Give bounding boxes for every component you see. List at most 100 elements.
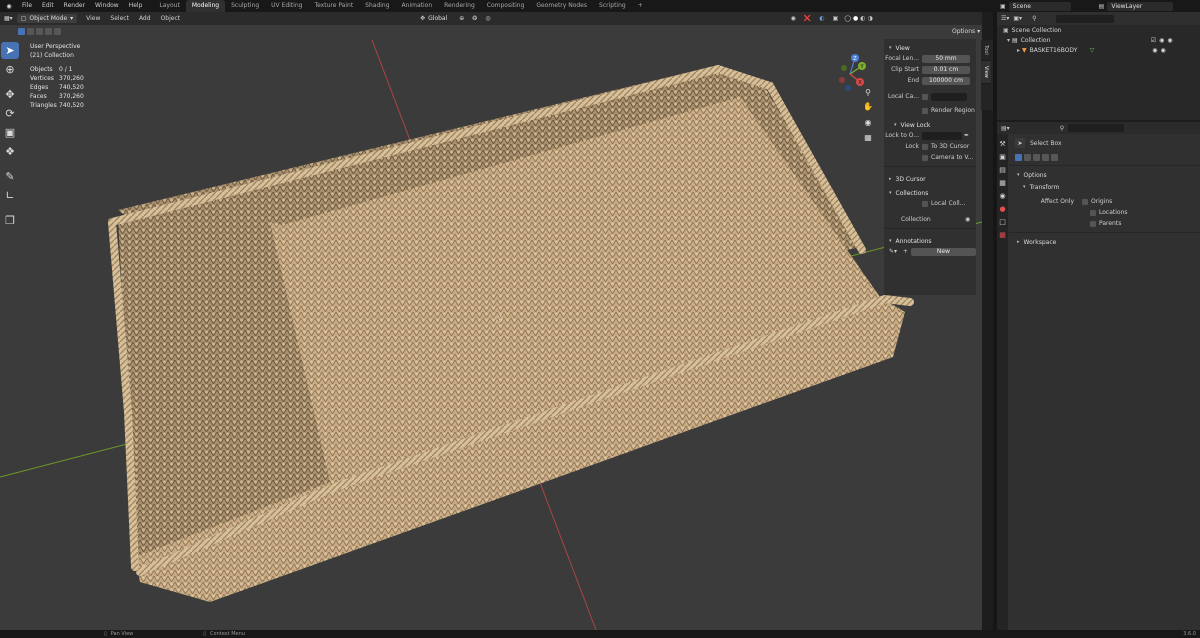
eyedropper-icon[interactable]: ✒	[964, 132, 969, 139]
3d-viewport[interactable]: ▦▾ ▢ Object Mode ▾ View Select Add Objec…	[0, 12, 982, 630]
select-box-tool-icon[interactable]: ➤	[1, 42, 19, 59]
properties-editor-icon[interactable]: ▤▾	[1001, 125, 1010, 132]
eye-icon[interactable]: ◉	[965, 216, 970, 223]
tab-shading[interactable]: Shading	[359, 0, 395, 12]
cursor-tool-icon[interactable]: ⊕	[1, 61, 19, 78]
proportional-icon[interactable]: ◎	[485, 15, 490, 22]
scale-tool-icon[interactable]: ▣	[1, 124, 19, 141]
to-3d-cursor-checkbox[interactable]	[922, 143, 928, 150]
viewport-menu-add[interactable]: Add	[134, 12, 156, 25]
local-camera-checkbox[interactable]	[922, 93, 928, 100]
shading-wire-icon[interactable]: ◯	[844, 15, 851, 22]
move-tool-icon[interactable]: ✥	[1, 86, 19, 103]
tab-modeling[interactable]: Modeling	[185, 0, 226, 12]
props-select-extend-icon[interactable]	[1024, 153, 1031, 161]
outliner-search-input[interactable]	[1056, 14, 1115, 23]
locations-checkbox[interactable]	[1090, 209, 1096, 216]
select-invert-icon[interactable]	[45, 27, 52, 35]
gizmo-toggle-icon[interactable]: ❌	[804, 15, 811, 22]
view-section-header[interactable]: ▾ View	[884, 39, 976, 53]
output-tab-icon[interactable]: ▤	[998, 166, 1007, 175]
props-select-new-icon[interactable]	[1015, 153, 1022, 161]
select-box-icon[interactable]: ➤	[1015, 138, 1025, 148]
scene-name-field[interactable]: Scene	[1008, 1, 1071, 11]
expand-caret-icon[interactable]: ▾	[1007, 37, 1010, 44]
scene-tab-icon[interactable]: ◉	[998, 192, 1007, 201]
tab-scripting[interactable]: Scripting	[593, 0, 632, 12]
render-region-checkbox[interactable]	[922, 107, 928, 114]
outliner-editor-icon[interactable]: ☰▾	[1001, 15, 1009, 22]
select-extend-icon[interactable]	[27, 27, 34, 35]
lock-to-object-field[interactable]	[922, 131, 962, 140]
blender-logo-icon[interactable]: ◉	[3, 0, 15, 12]
annotate-tool-icon[interactable]: ✎	[1, 168, 19, 185]
orientation-select[interactable]: Global	[428, 15, 447, 22]
camera-to-view-checkbox[interactable]	[922, 154, 928, 161]
menu-help[interactable]: Help	[124, 0, 148, 12]
select-new-icon[interactable]	[18, 27, 25, 35]
tab-view[interactable]: View	[981, 60, 991, 84]
pan-hand-icon[interactable]: ✋	[863, 102, 873, 112]
world-tab-icon[interactable]: ●	[998, 205, 1007, 214]
shading-solid-icon[interactable]: ●	[853, 15, 858, 22]
tab-texture-paint[interactable]: Texture Paint	[308, 0, 359, 12]
tab-compositing[interactable]: Compositing	[481, 0, 531, 12]
editor-type-icon[interactable]: ▦▾	[4, 15, 13, 22]
rotate-tool-icon[interactable]: ⟳	[1, 105, 19, 122]
outliner-object-basket[interactable]: ▸ ▼ BASKET16BODY ▽ ◉ ◉	[997, 45, 1200, 55]
mode-select[interactable]: ▢ Object Mode ▾	[16, 14, 78, 23]
tab-rendering[interactable]: Rendering	[438, 0, 481, 12]
collection-camera-icon[interactable]: ◉	[1167, 37, 1172, 44]
tab-uv-editing[interactable]: UV Editing	[265, 0, 308, 12]
workspace-section-header[interactable]: ▸ Workspace	[1009, 236, 1200, 248]
outliner-collection[interactable]: ▾ ▤ Collection ☑ ◉ ◉	[997, 35, 1200, 45]
viewport-menu-view[interactable]: View	[81, 12, 105, 25]
perspective-grid-icon[interactable]: ▦	[863, 133, 873, 143]
viewlayer-field[interactable]: ViewLayer	[1107, 1, 1174, 11]
props-select-intersect-icon[interactable]	[1051, 153, 1058, 161]
transform-tool-icon[interactable]: ❖	[1, 143, 19, 160]
object-camera-icon[interactable]: ◉	[1161, 47, 1166, 54]
view-layer-tab-icon[interactable]: ▦	[998, 179, 1007, 188]
collection-tab-icon[interactable]: □	[998, 218, 1007, 227]
clip-start-field[interactable]: 0.01 cm	[922, 65, 970, 74]
expand-caret-icon[interactable]: ▸	[1017, 47, 1020, 54]
local-collections-checkbox[interactable]	[922, 200, 928, 207]
collections-section-header[interactable]: ▾ Collections	[884, 184, 976, 198]
overlay-toggle-icon[interactable]: ◐	[819, 15, 824, 22]
annotation-pencil-icon[interactable]: ✎▾	[889, 248, 903, 255]
menu-window[interactable]: Window	[90, 0, 124, 12]
viewport-menu-object[interactable]: Object	[156, 12, 186, 25]
camera-view-icon[interactable]: ◉	[863, 118, 873, 128]
collection-list-item[interactable]: Collection ◉	[884, 214, 976, 225]
tab-layout[interactable]: Layout	[153, 0, 185, 12]
transform-section-header[interactable]: ▾ Transform	[1009, 181, 1200, 193]
menu-file[interactable]: File	[17, 0, 37, 12]
orientation-icon[interactable]: ✥	[420, 15, 425, 22]
3d-cursor-section-header[interactable]: ▸ 3D Cursor	[884, 170, 976, 184]
measure-tool-icon[interactable]: ∟	[1, 187, 19, 204]
origins-checkbox[interactable]	[1082, 198, 1088, 205]
select-intersect-icon[interactable]	[54, 27, 61, 35]
viewport-menu-select[interactable]: Select	[105, 12, 134, 25]
options-button[interactable]: Options ▾	[952, 28, 980, 35]
select-subtract-icon[interactable]	[36, 27, 43, 35]
include-checkbox-icon[interactable]: ☑	[1151, 37, 1156, 44]
render-tab-icon[interactable]: ▣	[998, 153, 1007, 162]
parents-checkbox[interactable]	[1090, 220, 1096, 227]
collection-eye-icon[interactable]: ◉	[1159, 37, 1164, 44]
props-select-invert-icon[interactable]	[1042, 153, 1049, 161]
filter-display-icon[interactable]: ▣▾	[1013, 15, 1022, 22]
annotations-section-header[interactable]: ▾ Annotations	[884, 232, 976, 246]
local-camera-field[interactable]	[931, 92, 967, 101]
add-workspace-button[interactable]: +	[632, 0, 649, 12]
menu-edit[interactable]: Edit	[37, 0, 59, 12]
menu-render[interactable]: Render	[59, 0, 90, 12]
shading-rendered-icon[interactable]: ◑	[867, 15, 872, 22]
view-lock-section-header[interactable]: ▾ View Lock	[884, 116, 976, 130]
xray-icon[interactable]: ▣	[833, 15, 839, 22]
tab-animation[interactable]: Animation	[396, 0, 439, 12]
new-annotation-button[interactable]: New	[910, 247, 976, 256]
clip-end-field[interactable]: 100000 cm	[922, 76, 970, 85]
add-cube-tool-icon[interactable]: ❐	[1, 212, 19, 229]
